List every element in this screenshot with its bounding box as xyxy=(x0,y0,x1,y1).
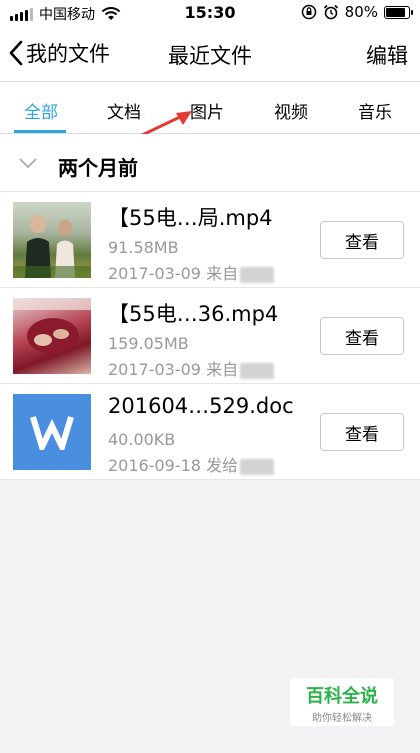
file-date-source: 2017-03-09 来自 xyxy=(108,360,239,379)
blurred-name xyxy=(240,266,275,283)
file-list: 【55电…局.mp4 91.58MB 2017-03-09 来自 查看 【55电… xyxy=(0,192,420,480)
file-name: 【55电…局.mp4 xyxy=(108,206,273,230)
video-thumbnail xyxy=(13,298,91,374)
battery-fill xyxy=(386,7,406,17)
file-meta: 2017-03-09 来自 xyxy=(108,356,275,380)
tab-all[interactable]: 全部 xyxy=(24,98,58,123)
file-meta: 2016-09-18 发给 xyxy=(108,452,275,476)
section-title: 两个月前 xyxy=(58,156,138,180)
file-name: 【55电…36.mp4 xyxy=(108,302,279,326)
battery-percent: 80% xyxy=(344,3,378,21)
file-name: 201604…529.doc xyxy=(108,394,294,418)
chevron-down-icon xyxy=(19,158,37,169)
battery-icon xyxy=(384,5,413,19)
active-tab-indicator xyxy=(14,130,66,133)
file-meta: 2017-03-09 来自 xyxy=(108,260,275,284)
navigation-bar: 我的文件 最近文件 编辑 xyxy=(0,26,420,82)
section-header[interactable]: 两个月前 xyxy=(0,134,420,192)
file-size: 40.00KB xyxy=(108,430,176,449)
video-thumbnail xyxy=(13,202,91,278)
alarm-icon xyxy=(323,4,338,20)
file-date-source: 2017-03-09 来自 xyxy=(108,264,239,283)
file-size: 159.05MB xyxy=(108,334,189,353)
watermark-subtitle: 助你轻松解决 xyxy=(312,713,372,724)
orientation-lock-icon xyxy=(301,4,316,20)
view-button[interactable]: 查看 xyxy=(320,317,404,355)
tab-music[interactable]: 音乐 xyxy=(358,98,392,123)
status-right: 80% xyxy=(301,3,413,21)
blurred-name xyxy=(240,458,275,475)
file-date-source: 2016-09-18 发给 xyxy=(108,456,239,475)
list-item[interactable]: 201604…529.doc 40.00KB 2016-09-18 发给 查看 xyxy=(0,384,420,480)
list-item[interactable]: 【55电…36.mp4 159.05MB 2017-03-09 来自 查看 xyxy=(0,288,420,384)
page-title: 最近文件 xyxy=(168,44,252,68)
watermark-title: 百科全说 xyxy=(306,686,378,707)
file-size: 91.58MB xyxy=(108,238,179,257)
list-item[interactable]: 【55电…局.mp4 91.58MB 2017-03-09 来自 查看 xyxy=(0,192,420,288)
tab-videos[interactable]: 视频 xyxy=(274,98,308,123)
edit-button[interactable]: 编辑 xyxy=(366,40,408,70)
blurred-name xyxy=(240,362,275,379)
view-button[interactable]: 查看 xyxy=(320,221,404,259)
watermark-logo: 百科全说 助你轻松解决 xyxy=(290,678,394,726)
view-button[interactable]: 查看 xyxy=(320,413,404,451)
filter-tabs: 全部 文档 图片 视频 音乐 xyxy=(0,82,420,134)
status-bar: 中国移动 15:30 80% xyxy=(0,0,420,26)
word-doc-icon xyxy=(13,394,91,470)
